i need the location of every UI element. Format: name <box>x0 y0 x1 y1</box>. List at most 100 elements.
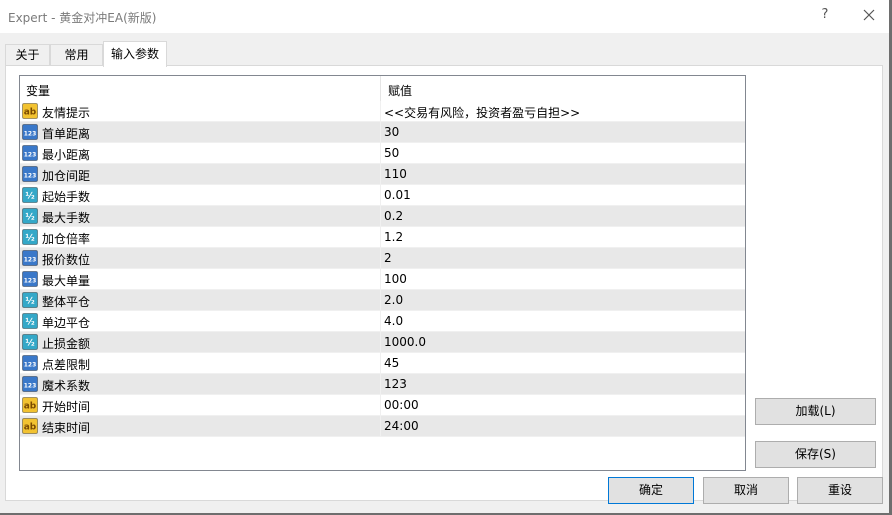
parameter-value[interactable]: 100 <box>384 272 407 286</box>
table-row[interactable]: 123 魔术系数 123 <box>20 374 745 395</box>
parameter-name: 起始手数 <box>42 190 91 204</box>
svg-text:½: ½ <box>25 212 34 223</box>
parameter-value[interactable]: 2.0 <box>384 293 403 307</box>
column-separator[interactable] <box>380 76 381 101</box>
help-button[interactable]: ? <box>818 7 832 22</box>
table-row[interactable]: 123 首单距离 30 <box>20 122 745 143</box>
parameter-name: 单边平仓 <box>42 316 91 330</box>
cell-divider <box>380 332 381 353</box>
svg-text:123: 123 <box>24 131 37 138</box>
parameter-value[interactable]: 110 <box>384 167 407 181</box>
parameter-name: 结束时间 <box>42 421 91 435</box>
table-row[interactable]: 123 最大单量 100 <box>20 269 745 290</box>
table-row[interactable]: 123 加仓间距 110 <box>20 164 745 185</box>
parameter-name: 整体平仓 <box>42 295 91 309</box>
load-button[interactable]: 加载(L) <box>755 398 876 425</box>
svg-text:ab: ab <box>24 402 37 412</box>
double-param-icon: ½ <box>22 334 38 350</box>
parameter-name: 报价数位 <box>42 253 91 267</box>
svg-text:123: 123 <box>24 383 37 390</box>
integer-param-icon: 123 <box>22 166 38 182</box>
reset-button[interactable]: 重设 <box>797 477 883 504</box>
table-row[interactable]: ab 友情提示 <<交易有风险，投资者盈亏自担>> <box>20 101 745 122</box>
table-row[interactable]: ab 结束时间 24:00 <box>20 416 745 437</box>
tab-inputs[interactable]: 输入参数 <box>103 41 167 67</box>
cell-divider <box>380 164 381 185</box>
parameter-value[interactable]: 4.0 <box>384 314 403 328</box>
svg-text:123: 123 <box>24 362 37 369</box>
close-icon[interactable] <box>857 6 881 26</box>
cancel-button[interactable]: 取消 <box>703 477 789 504</box>
parameter-name: 最小距离 <box>42 148 91 162</box>
table-row[interactable]: ab 开始时间 00:00 <box>20 395 745 416</box>
cell-divider <box>380 248 381 269</box>
parameter-value[interactable]: 0.2 <box>384 209 403 223</box>
title-bar[interactable]: Expert - 黄金对冲EA(新版) ? <box>0 0 892 33</box>
integer-param-icon: 123 <box>22 355 38 371</box>
table-row[interactable]: ½ 止损金额 1000.0 <box>20 332 745 353</box>
tab-about[interactable]: 关于 <box>5 44 50 65</box>
save-button[interactable]: 保存(S) <box>755 441 876 468</box>
table-row[interactable]: 123 最小距离 50 <box>20 143 745 164</box>
table-row[interactable]: ½ 整体平仓 2.0 <box>20 290 745 311</box>
parameter-value[interactable]: 123 <box>384 377 407 391</box>
integer-param-icon: 123 <box>22 145 38 161</box>
table-row[interactable]: 123 报价数位 2 <box>20 248 745 269</box>
svg-text:123: 123 <box>24 257 37 264</box>
svg-text:½: ½ <box>25 338 34 349</box>
ok-button[interactable]: 确定 <box>608 477 694 504</box>
parameter-value[interactable]: 50 <box>384 146 399 160</box>
parameter-value[interactable]: 1000.0 <box>384 335 426 349</box>
parameter-value[interactable]: 1.2 <box>384 230 403 244</box>
cell-divider <box>380 311 381 332</box>
svg-text:ab: ab <box>24 423 37 433</box>
cell-divider <box>380 290 381 311</box>
double-param-icon: ½ <box>22 229 38 245</box>
integer-param-icon: 123 <box>22 124 38 140</box>
parameter-value[interactable]: 45 <box>384 356 399 370</box>
svg-text:123: 123 <box>24 278 37 285</box>
parameter-name: 最大单量 <box>42 274 91 288</box>
parameter-value[interactable]: 2 <box>384 251 392 265</box>
cell-divider <box>380 374 381 395</box>
cell-divider <box>380 269 381 290</box>
svg-text:ab: ab <box>24 108 37 118</box>
column-header-variable[interactable]: 变量 <box>26 82 50 99</box>
double-param-icon: ½ <box>22 292 38 308</box>
table-row[interactable]: ½ 单边平仓 4.0 <box>20 311 745 332</box>
svg-text:½: ½ <box>25 233 34 244</box>
window-title: Expert - 黄金对冲EA(新版) <box>8 11 157 25</box>
cell-divider <box>380 206 381 227</box>
double-param-icon: ½ <box>22 208 38 224</box>
parameter-value[interactable]: 0.01 <box>384 188 411 202</box>
svg-text:½: ½ <box>25 296 34 307</box>
integer-param-icon: 123 <box>22 376 38 392</box>
parameter-value[interactable]: 00:00 <box>384 398 419 412</box>
svg-text:123: 123 <box>24 173 37 180</box>
parameter-name: 开始时间 <box>42 400 91 414</box>
integer-param-icon: 123 <box>22 250 38 266</box>
parameter-value[interactable]: 24:00 <box>384 419 419 433</box>
parameter-value[interactable]: 30 <box>384 125 399 139</box>
parameter-name: 首单距离 <box>42 127 91 141</box>
table-body: ab 友情提示 <<交易有风险，投资者盈亏自担>> 123 首单距离 30 123 最小距离 5… <box>20 101 745 437</box>
double-param-icon: ½ <box>22 313 38 329</box>
cell-divider <box>380 353 381 374</box>
svg-text:½: ½ <box>25 317 34 328</box>
integer-param-icon: 123 <box>22 271 38 287</box>
cell-divider <box>380 185 381 206</box>
table-row[interactable]: 123 点差限制 45 <box>20 353 745 374</box>
cell-divider <box>380 227 381 248</box>
parameter-name: 加仓倍率 <box>42 232 91 246</box>
parameter-name: 止损金额 <box>42 337 91 351</box>
parameters-table[interactable]: 变量 赋值 ab 友情提示 <<交易有风险，投资者盈亏自担>> 123 首单距离 30 12… <box>19 75 746 471</box>
table-row[interactable]: ½ 加仓倍率 1.2 <box>20 227 745 248</box>
parameter-name: 加仓间距 <box>42 169 91 183</box>
parameter-value[interactable]: <<交易有风险，投资者盈亏自担>> <box>384 104 580 121</box>
table-row[interactable]: ½ 最大手数 0.2 <box>20 206 745 227</box>
tab-common[interactable]: 常用 <box>50 44 103 65</box>
table-row[interactable]: ½ 起始手数 0.01 <box>20 185 745 206</box>
parameter-name: 点差限制 <box>42 358 91 372</box>
cell-divider <box>380 416 381 437</box>
column-header-value[interactable]: 赋值 <box>388 82 412 99</box>
